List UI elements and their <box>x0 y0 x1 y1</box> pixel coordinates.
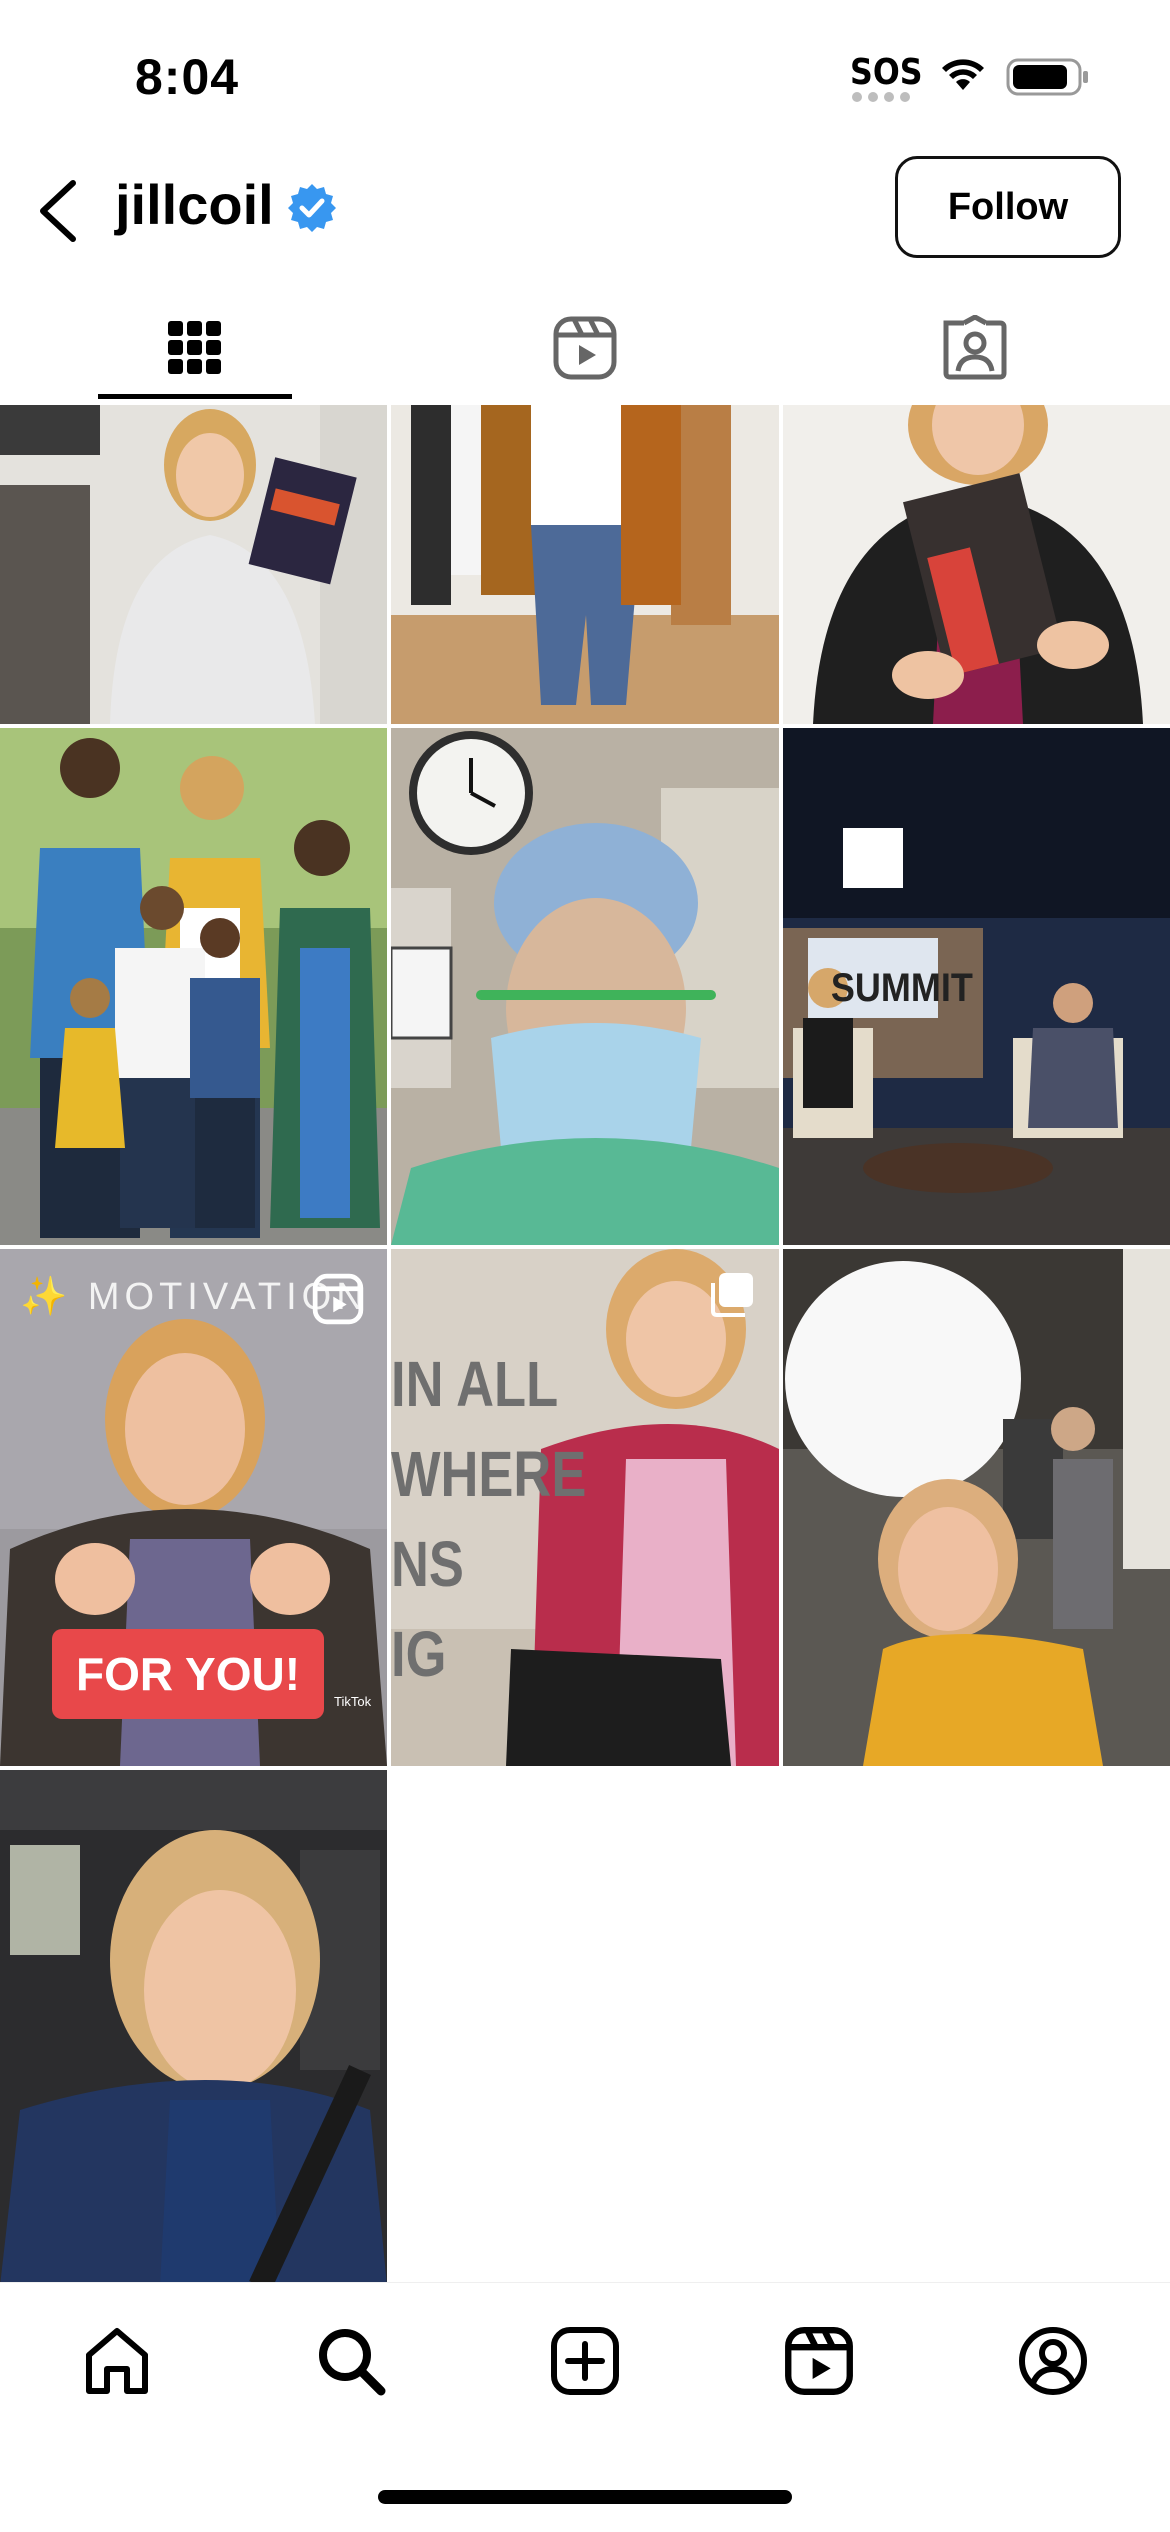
profile-header: jillcoil Follow <box>0 150 1170 270</box>
nav-search[interactable] <box>311 2321 391 2401</box>
chevron-left-icon <box>40 180 76 242</box>
post-tile[interactable] <box>0 1770 387 2286</box>
post-tile[interactable]: IN ALL WHERE NS IG <box>391 1249 779 1766</box>
post-image <box>0 728 387 1245</box>
wifi-icon <box>942 59 984 90</box>
post-overlay-text: IN ALL WHERE NS IG <box>391 1348 587 1690</box>
nav-home[interactable] <box>77 2321 157 2401</box>
sos-indicator: SOS <box>850 52 923 93</box>
profile-icon <box>1019 2327 1087 2395</box>
tagged-person-icon <box>943 314 1007 379</box>
back-button[interactable] <box>22 176 92 246</box>
reels-icon <box>785 2327 853 2395</box>
post-tile[interactable] <box>783 1249 1170 1766</box>
tab-reels[interactable] <box>390 290 780 405</box>
post-tile[interactable] <box>391 405 779 724</box>
reels-icon <box>312 1273 364 1325</box>
active-tab-indicator <box>98 394 292 399</box>
home-icon <box>86 2328 148 2394</box>
tiktok-watermark: TikTok <box>334 1694 372 1709</box>
tab-tagged[interactable] <box>780 290 1170 405</box>
post-tile[interactable]: ✨ MOTIVATION FOR YOU! TikTok <box>0 1249 387 1766</box>
status-bar: 8:04 SOS <box>0 0 1170 150</box>
post-image <box>391 728 779 1245</box>
grid-icon <box>168 320 221 374</box>
post-sticker: FOR YOU! <box>52 1629 325 1719</box>
battery-icon <box>1006 58 1088 96</box>
post-tile[interactable] <box>0 405 387 724</box>
nav-reels[interactable] <box>779 2321 859 2401</box>
plus-square-icon <box>551 2327 619 2395</box>
post-overlay-text: SUMMIT <box>830 966 973 1010</box>
profile-username: jillcoil <box>115 173 274 236</box>
reels-icon <box>553 316 617 379</box>
nav-profile[interactable] <box>1013 2321 1093 2401</box>
post-tile[interactable] <box>391 728 779 1245</box>
post-tile[interactable] <box>783 405 1170 724</box>
post-image <box>0 1770 387 2286</box>
sos-dots <box>852 92 910 102</box>
status-time: 8:04 <box>135 49 240 105</box>
bottom-navigation <box>0 2282 1170 2432</box>
follow-button[interactable]: Follow <box>895 156 1121 258</box>
post-image <box>0 405 387 724</box>
verified-badge-icon <box>288 184 336 232</box>
profile-tabs <box>0 290 1170 405</box>
post-image <box>783 405 1170 724</box>
tab-posts[interactable] <box>0 290 390 405</box>
home-indicator[interactable] <box>378 2490 792 2504</box>
multi-post-icon <box>711 1273 753 1317</box>
post-tile[interactable]: SUMMIT <box>783 728 1170 1245</box>
search-icon <box>319 2329 386 2396</box>
post-image <box>391 405 779 724</box>
post-tile[interactable] <box>0 728 387 1245</box>
nav-create[interactable] <box>545 2321 625 2401</box>
post-image <box>783 1249 1170 1766</box>
